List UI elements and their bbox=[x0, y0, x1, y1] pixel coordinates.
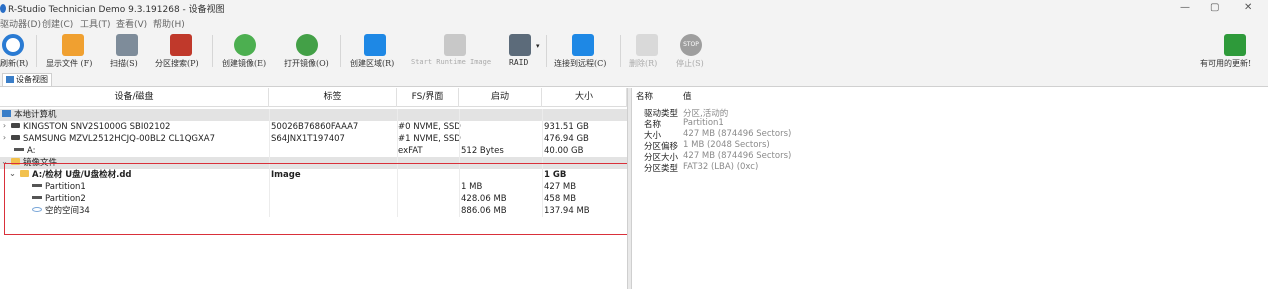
table-row[interactable]: › KINGSTON SNV2S1000G SBI02102 50026B768… bbox=[0, 121, 627, 133]
column-divider bbox=[269, 109, 270, 217]
update-icon bbox=[1224, 34, 1246, 56]
menu-view[interactable]: 查看(V) bbox=[116, 17, 147, 30]
table-row[interactable]: Partition2 428.06 MB 458 MB bbox=[0, 193, 627, 205]
table-row[interactable]: A: exFAT 512 Bytes 40.00 GB bbox=[0, 145, 627, 157]
menu-create[interactable]: 创建(C) bbox=[42, 17, 73, 30]
create-image-icon bbox=[234, 34, 256, 56]
title-bar: R-Studio Technician Demo 9.3.191268 - 设备… bbox=[0, 0, 1268, 16]
raid-button[interactable]: RAID ▾ bbox=[504, 30, 544, 72]
column-divider bbox=[459, 109, 460, 217]
table-row[interactable]: › SAMSUNG MZVL2512HCJQ-00BL2 CL1QGXA7 S6… bbox=[0, 133, 627, 145]
col-header-label[interactable]: 标签 bbox=[269, 88, 397, 107]
disk-icon bbox=[11, 135, 20, 140]
chevron-down-icon[interactable]: ⌄ bbox=[1, 157, 8, 166]
toolbar: 刷新(R) 显示文件 (F) 扫描(S) 分区搜索(P) 创建镜像(E) 打开镜… bbox=[0, 30, 1268, 72]
image-file-icon bbox=[20, 170, 29, 177]
partition-icon bbox=[32, 184, 42, 187]
menu-help[interactable]: 帮助(H) bbox=[153, 17, 185, 30]
close-button[interactable]: ✕ bbox=[1244, 2, 1252, 13]
raid-icon bbox=[509, 34, 531, 56]
menu-drive[interactable]: 驱动器(D) bbox=[0, 17, 41, 30]
column-divider bbox=[542, 109, 543, 217]
col-header-size[interactable]: 大小 bbox=[542, 88, 627, 107]
maximize-button[interactable]: ▢ bbox=[1210, 2, 1219, 13]
toolbar-separator bbox=[620, 35, 621, 67]
property-row[interactable]: 大小 427 MB (874496 Sectors) bbox=[632, 129, 1268, 141]
computer-icon bbox=[2, 110, 11, 117]
connect-remote-icon bbox=[572, 34, 594, 56]
menu-tools[interactable]: 工具(T) bbox=[80, 17, 111, 30]
property-row[interactable]: 名称 Partition1 bbox=[632, 118, 1268, 130]
tab-device-view[interactable]: 设备视图 bbox=[2, 73, 52, 86]
empty-space-icon bbox=[32, 207, 42, 212]
chevron-right-icon[interactable]: › bbox=[1, 121, 8, 130]
start-runtime-image-button[interactable]: Start Runtime Image bbox=[408, 30, 500, 72]
folder-icon bbox=[11, 158, 20, 165]
table-row[interactable]: 空的空间34 886.06 MB 137.94 MB bbox=[0, 205, 627, 217]
tab-bar: 设备视图 bbox=[0, 72, 1268, 87]
stop-icon: STOP bbox=[680, 34, 702, 56]
open-image-icon bbox=[296, 34, 318, 56]
toolbar-separator bbox=[546, 35, 547, 67]
window-title-text: R-Studio Technician Demo 9.3.191268 - 设备… bbox=[8, 5, 225, 15]
chevron-down-icon[interactable]: ▾ bbox=[536, 42, 540, 50]
property-row[interactable]: 分区偏移 1 MB (2048 Sectors) bbox=[632, 140, 1268, 152]
show-files-icon bbox=[62, 34, 84, 56]
col-header-value[interactable]: 值 bbox=[683, 90, 692, 102]
toolbar-separator bbox=[212, 35, 213, 67]
properties-panel: 名称 值 驱动类型 分区,活动的 名称 Partition1 大小 427 MB (8… bbox=[632, 88, 1268, 289]
table-row[interactable]: Partition1 1 MB 427 MB bbox=[0, 181, 627, 193]
column-divider bbox=[397, 109, 398, 217]
table-row[interactable]: 本地计算机 bbox=[0, 109, 627, 121]
volume-icon bbox=[14, 148, 24, 151]
chevron-down-icon[interactable]: ⌄ bbox=[9, 169, 16, 178]
connect-remote-button[interactable]: 连接到远程(C) bbox=[552, 30, 614, 72]
refresh-icon bbox=[2, 34, 24, 56]
property-row[interactable]: 驱动类型 分区,活动的 bbox=[632, 107, 1268, 119]
col-header-device[interactable]: 设备/磁盘 bbox=[0, 88, 269, 107]
create-region-icon bbox=[364, 34, 386, 56]
device-table-header: 设备/磁盘 标签 FS/界面 启动 大小 bbox=[0, 88, 627, 107]
properties-header: 名称 值 bbox=[632, 88, 1268, 102]
toolbar-separator bbox=[340, 35, 341, 67]
delete-button[interactable]: 删除(R) bbox=[626, 30, 666, 72]
col-header-fs[interactable]: FS/界面 bbox=[397, 88, 459, 107]
create-image-button[interactable]: 创建镜像(E) bbox=[218, 30, 272, 72]
toolbar-separator bbox=[36, 35, 37, 67]
runtime-image-icon bbox=[444, 34, 466, 56]
open-image-button[interactable]: 打开镜像(O) bbox=[278, 30, 334, 72]
property-row[interactable]: 分区大小 427 MB (874496 Sectors) bbox=[632, 151, 1268, 163]
table-row[interactable]: ⌄ A:/检材 U盘/U盘检材.dd Image 1 GB bbox=[0, 169, 627, 181]
table-row[interactable]: ⌄ 镜像文件 bbox=[0, 157, 627, 169]
device-table: 设备/磁盘 标签 FS/界面 启动 大小 本地计算机 › KINGSTON SN… bbox=[0, 88, 627, 289]
device-view-icon bbox=[6, 76, 14, 83]
scan-icon bbox=[116, 34, 138, 56]
partition-icon bbox=[32, 196, 42, 199]
create-region-button[interactable]: 创建区域(R) bbox=[346, 30, 402, 72]
show-files-button[interactable]: 显示文件 (F) bbox=[44, 30, 100, 72]
disk-icon bbox=[11, 123, 20, 128]
property-row[interactable]: 分区类型 FAT32 (LBA) (0xc) bbox=[632, 162, 1268, 174]
chevron-right-icon[interactable]: › bbox=[1, 133, 8, 142]
menu-bar: 驱动器(D) 创建(C) 工具(T) 查看(V) 帮助(H) bbox=[0, 16, 1268, 30]
partition-search-button[interactable]: 分区搜索(P) bbox=[152, 30, 208, 72]
window-title: R-Studio Technician Demo 9.3.191268 - 设备… bbox=[0, 2, 225, 15]
col-header-name[interactable]: 名称 bbox=[636, 90, 653, 102]
minimize-button[interactable]: — bbox=[1180, 2, 1190, 13]
app-icon bbox=[0, 4, 6, 13]
col-header-start[interactable]: 启动 bbox=[459, 88, 542, 107]
delete-icon bbox=[636, 34, 658, 56]
refresh-button[interactable]: 刷新(R) bbox=[0, 30, 30, 72]
stop-button[interactable]: STOP 停止(S) bbox=[672, 30, 712, 72]
update-available-button[interactable]: 有可用的更新! bbox=[1198, 30, 1268, 72]
partition-search-icon bbox=[170, 34, 192, 56]
scan-button[interactable]: 扫描(S) bbox=[108, 30, 144, 72]
